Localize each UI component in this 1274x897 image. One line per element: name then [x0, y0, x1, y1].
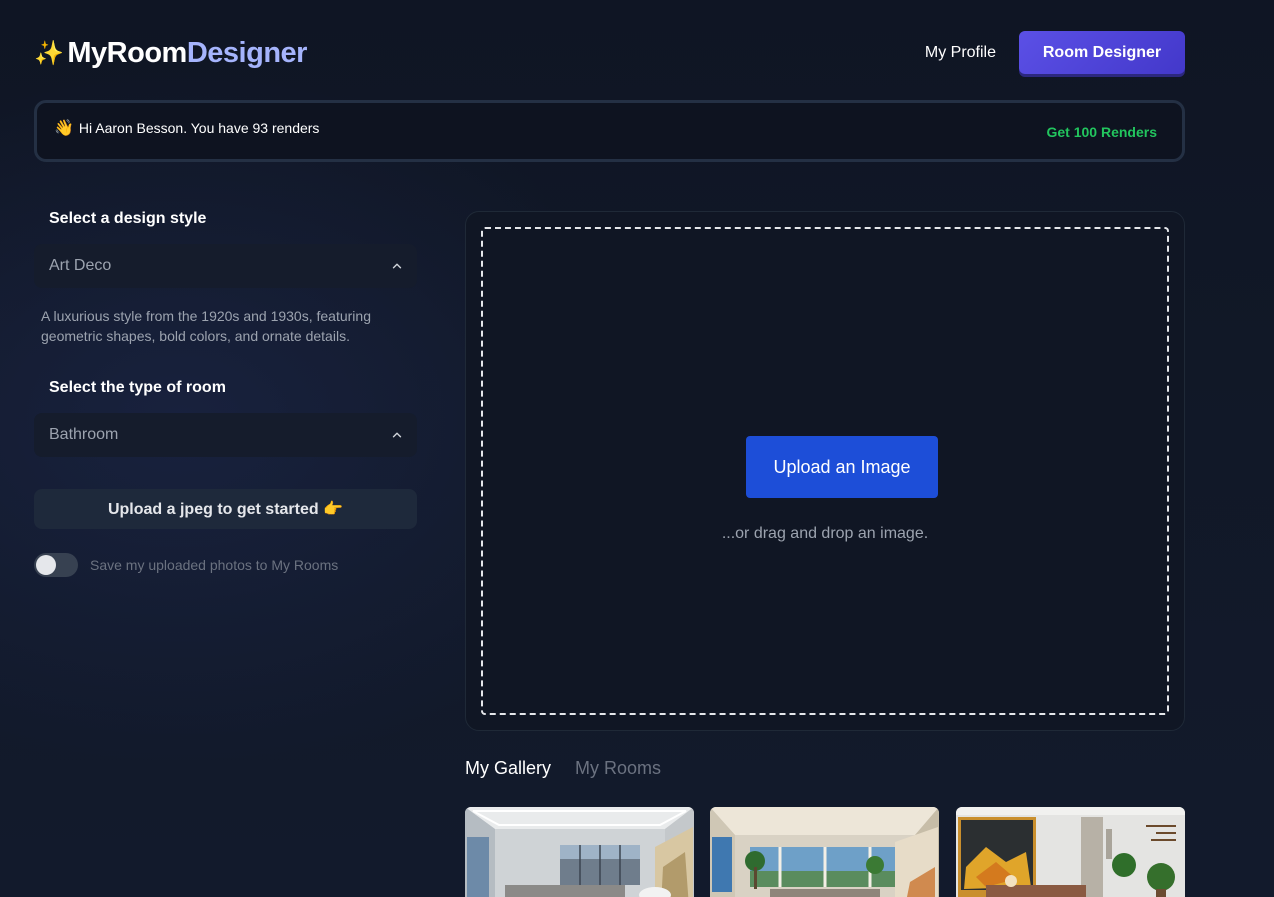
gallery-item[interactable] [710, 807, 939, 897]
app-logo[interactable]: ✨ MyRoom Designer [34, 37, 307, 70]
upload-image-button[interactable]: Upload an Image [746, 436, 938, 498]
save-photos-toggle[interactable] [34, 553, 78, 577]
top-nav: My Profile Room Designer [925, 31, 1185, 74]
logo-text-myroom: MyRoom [67, 37, 187, 69]
room-type-label: Select the type of room [49, 379, 226, 396]
nav-room-designer-button[interactable]: Room Designer [1019, 31, 1185, 74]
upload-jpeg-button[interactable]: Upload a jpeg to get started 👉 [34, 489, 417, 529]
bedroom-thumbnail [956, 807, 1185, 897]
chevron-up-icon [392, 432, 402, 438]
wave-icon: 👋 [54, 120, 74, 137]
design-style-value: Art Deco [49, 257, 112, 274]
gallery-tabs: My Gallery My Rooms [465, 758, 685, 779]
toggle-knob [36, 555, 56, 575]
sparkle-icon: ✨ [34, 40, 64, 67]
header: ✨ MyRoom Designer My Profile Room Design… [34, 31, 1185, 75]
gallery-grid [465, 807, 1185, 897]
room-type-value: Bathroom [49, 426, 119, 443]
sunroom-thumbnail [710, 807, 939, 897]
get-renders-link[interactable]: Get 100 Renders [1047, 124, 1158, 140]
logo-text-designer: Designer [186, 37, 308, 69]
renders-banner: 👋 Hi Aaron Besson. You have 93 renders G… [34, 100, 1185, 162]
design-style-select[interactable]: Art Deco [34, 244, 417, 288]
save-photos-label: Save my uploaded photos to My Rooms [90, 557, 339, 573]
chevron-up-icon [392, 263, 402, 269]
tab-my-rooms[interactable]: My Rooms [575, 758, 661, 779]
upload-card: Upload an Image ...or drag and drop an i… [465, 211, 1185, 731]
save-photos-row: Save my uploaded photos to My Rooms [34, 553, 417, 577]
design-options-panel: Select a design style Art Deco A luxurio… [34, 210, 417, 577]
greeting-text: Hi Aaron Besson. You have 93 renders [78, 120, 320, 136]
tab-my-gallery[interactable]: My Gallery [465, 758, 551, 779]
drag-drop-hint: ...or drag and drop an image. [721, 525, 929, 542]
greeting: 👋 Hi Aaron Besson. You have 93 renders [54, 118, 319, 138]
living-room-thumbnail [465, 807, 694, 897]
image-dropzone[interactable]: Upload an Image ...or drag and drop an i… [481, 227, 1169, 715]
room-type-select[interactable]: Bathroom [34, 413, 417, 457]
style-label: Select a design style [49, 210, 207, 227]
gallery-item[interactable] [956, 807, 1185, 897]
gallery-item[interactable] [465, 807, 694, 897]
style-description: A luxurious style from the 1920s and 193… [41, 308, 371, 344]
nav-my-profile[interactable]: My Profile [925, 44, 996, 62]
